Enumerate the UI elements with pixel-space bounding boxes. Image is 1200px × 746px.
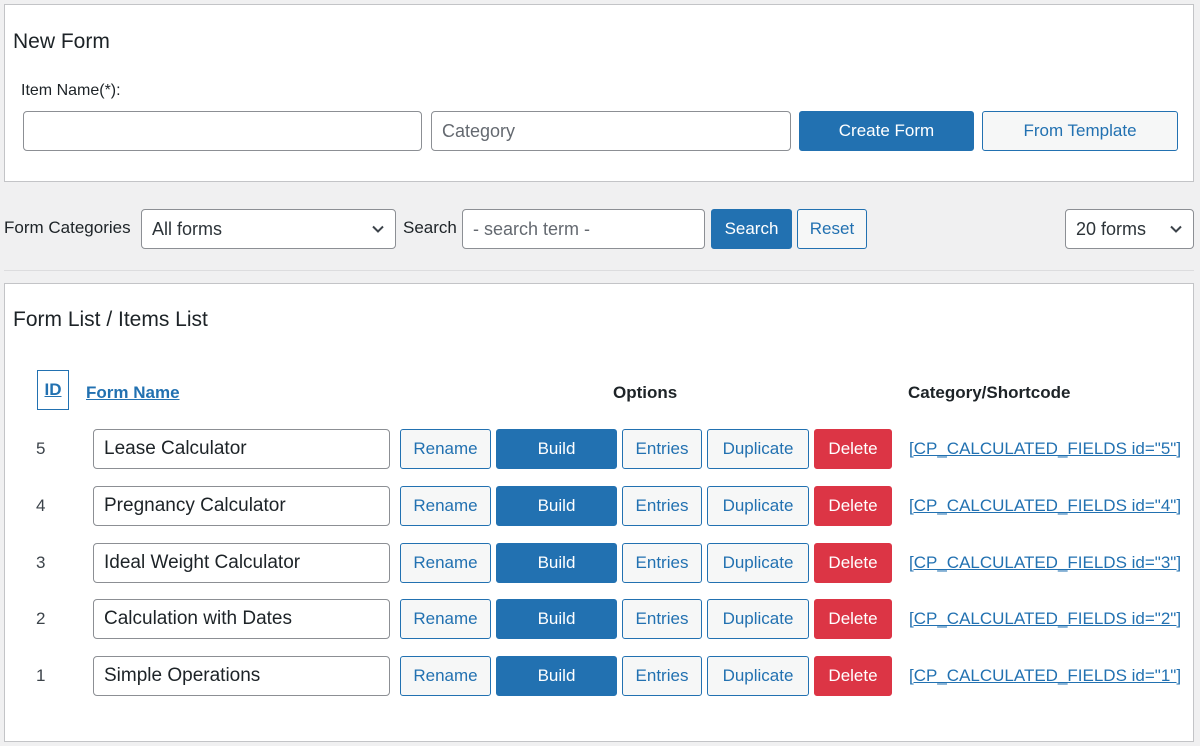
delete-button[interactable]: Delete [814,429,892,469]
chevron-down-icon [372,225,384,233]
per-page-select[interactable]: 20 forms [1065,209,1194,249]
entries-button[interactable]: Entries [622,599,702,639]
table-row: 3 Rename Build Entries Duplicate Delete … [5,543,1193,583]
category-shortcode-column-header: Category/Shortcode [908,383,1071,402]
duplicate-button[interactable]: Duplicate [707,429,809,469]
row-id: 1 [36,666,46,685]
rename-button[interactable]: Rename [400,543,491,583]
categories-select[interactable]: All forms [141,209,396,249]
form-name-input[interactable] [93,486,390,526]
search-button[interactable]: Search [711,209,792,249]
divider [4,270,1194,271]
shortcode-link[interactable]: [CP_CALCULATED_FIELDS id="4"] [909,486,1181,526]
table-row: 4 Rename Build Entries Duplicate Delete … [5,486,1193,526]
duplicate-button[interactable]: Duplicate [707,656,809,696]
entries-button[interactable]: Entries [622,429,702,469]
rename-button[interactable]: Rename [400,599,491,639]
delete-button[interactable]: Delete [814,599,892,639]
duplicate-button[interactable]: Duplicate [707,543,809,583]
per-page-select-value: 20 forms [1076,218,1147,239]
table-row: 2 Rename Build Entries Duplicate Delete … [5,599,1193,639]
item-name-label: Item Name(*): [21,82,121,99]
entries-button[interactable]: Entries [622,656,702,696]
form-list-title: Form List / Items List [13,308,208,331]
shortcode-link[interactable]: [CP_CALCULATED_FIELDS id="5"] [909,429,1181,469]
rename-button[interactable]: Rename [400,486,491,526]
entries-button[interactable]: Entries [622,486,702,526]
row-id: 2 [36,609,46,628]
categories-select-value: All forms [152,218,223,239]
entries-button[interactable]: Entries [622,543,702,583]
form-name-input[interactable] [93,656,390,696]
form-name-input[interactable] [93,543,390,583]
build-button[interactable]: Build [496,656,617,696]
row-id: 4 [36,496,46,515]
search-label: Search [403,218,457,237]
row-id: 5 [36,439,46,458]
shortcode-link[interactable]: [CP_CALCULATED_FIELDS id="3"] [909,543,1181,583]
table-row: 1 Rename Build Entries Duplicate Delete … [5,656,1193,696]
shortcode-link[interactable]: [CP_CALCULATED_FIELDS id="2"] [909,599,1181,639]
build-button[interactable]: Build [496,543,617,583]
duplicate-button[interactable]: Duplicate [707,486,809,526]
row-id: 3 [36,553,46,572]
form-name-input[interactable] [93,599,390,639]
delete-button[interactable]: Delete [814,486,892,526]
item-name-input[interactable] [23,111,422,151]
reset-button[interactable]: Reset [797,209,867,249]
table-row: 5 Rename Build Entries Duplicate Delete … [5,429,1193,469]
build-button[interactable]: Build [496,429,617,469]
delete-button[interactable]: Delete [814,656,892,696]
shortcode-link[interactable]: [CP_CALCULATED_FIELDS id="1"] [909,656,1181,696]
new-form-title: New Form [13,30,110,53]
search-input[interactable] [462,209,705,249]
id-sort-link[interactable]: ID [45,380,62,400]
form-categories-label: Form Categories [4,218,131,237]
rename-button[interactable]: Rename [400,429,491,469]
build-button[interactable]: Build [496,486,617,526]
create-form-button[interactable]: Create Form [799,111,974,151]
form-name-input[interactable] [93,429,390,469]
form-name-sort-link[interactable]: Form Name [86,383,180,403]
chevron-down-icon [1170,225,1182,233]
delete-button[interactable]: Delete [814,543,892,583]
build-button[interactable]: Build [496,599,617,639]
form-list-panel: Form List / Items List ID Form Name Opti… [4,283,1194,742]
options-column-header: Options [613,383,678,402]
from-template-button[interactable]: From Template [982,111,1178,151]
duplicate-button[interactable]: Duplicate [707,599,809,639]
id-column-header[interactable]: ID [37,370,69,410]
category-input[interactable] [431,111,791,151]
new-form-panel: New Form Item Name(*): Create Form From … [4,4,1194,182]
rename-button[interactable]: Rename [400,656,491,696]
